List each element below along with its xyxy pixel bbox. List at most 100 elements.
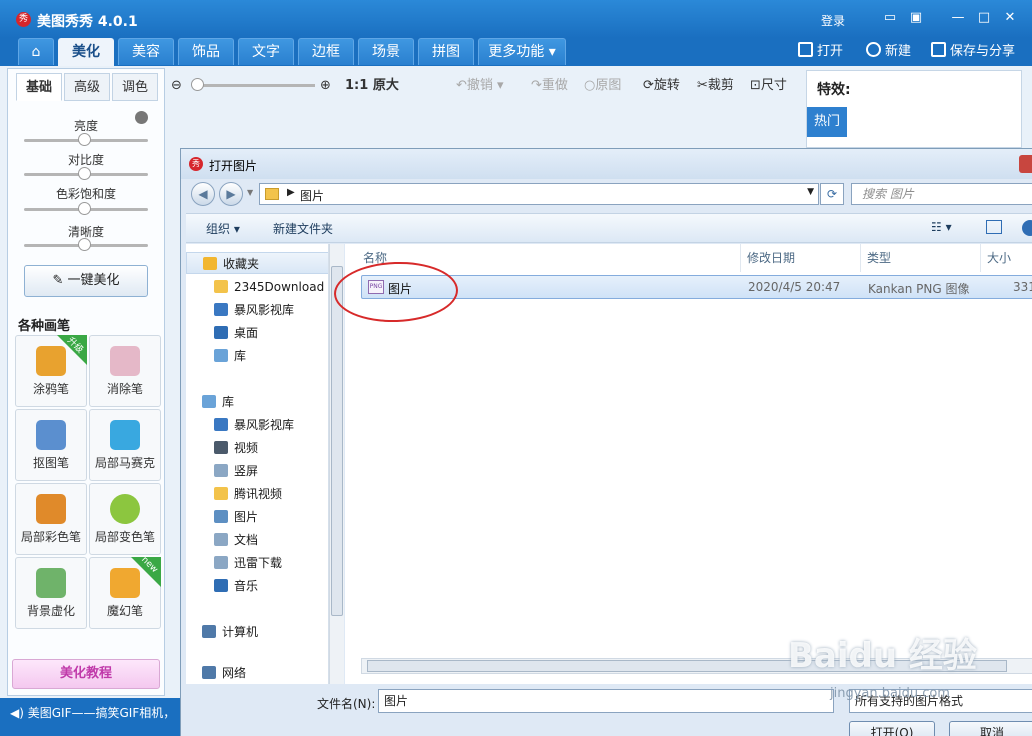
saturation-slider[interactable] [24,202,148,215]
doodle-brush[interactable]: 涂鸦笔 升级 [15,335,87,407]
column-modified[interactable]: 修改日期 [741,244,861,272]
wand-icon: ✎ [52,273,64,288]
status-bar[interactable]: ◀) 美图GIF——搞笑GIF相机， [0,698,180,736]
eraser-brush[interactable]: 消除笔 [89,335,161,407]
column-size[interactable]: 大小 [981,244,1032,272]
tab-face[interactable]: 美容 [118,38,174,65]
brightness-slider[interactable] [24,133,148,146]
sidebar-item[interactable]: 计算机 [186,621,328,643]
tab-accessories[interactable]: 饰品 [178,38,234,65]
breadcrumb-arrow-icon[interactable]: ▶ [287,187,295,198]
sidebar-item[interactable]: 音乐 [186,575,328,597]
color-brush[interactable]: 局部彩色笔 [15,483,87,555]
cutout-icon [36,420,66,450]
maximize-icon[interactable]: □ [976,11,992,25]
zoom-slider[interactable] [191,78,315,91]
plus-icon [866,42,881,57]
one-key-beautify-button[interactable]: ✎ 一键美化 [24,265,148,297]
crop-button[interactable]: ✂裁剪 [697,77,734,95]
original-size-button[interactable]: 1:1 原大 [345,77,399,95]
zoom-out-icon[interactable]: ⊖ [171,77,182,95]
nav-scrollbar-thumb[interactable] [331,266,343,616]
breadcrumb[interactable]: 图片 [300,187,324,204]
sharpness-slider[interactable] [24,238,148,251]
sidebar-item[interactable]: 桌面 [186,322,328,344]
login-link[interactable]: 登录 [821,12,845,29]
dialog-nav-row: ◀ ▶ ▼ ▶ 图片 ▼ ⟳ 搜索 图片 [181,179,1032,211]
tab-beautify[interactable]: 美化 [58,38,114,66]
sidebar-item[interactable]: 库 [186,345,328,367]
tab-scene[interactable]: 场景 [358,38,414,65]
refresh-button[interactable]: ⟳ [820,183,844,205]
new-button[interactable]: 新建 [866,42,911,61]
sidebar-item[interactable]: 腾讯视频 [186,483,328,505]
original-button[interactable]: ○原图 [584,77,621,95]
zoom-knob[interactable] [191,78,204,91]
mosaic-brush[interactable]: 局部马赛克 [89,409,161,481]
open-file-button[interactable]: 打开(O) [849,721,935,736]
address-bar[interactable]: ▶ 图片 ▼ [259,183,819,205]
organize-menu[interactable]: 组织 ▾ [206,220,240,237]
column-type[interactable]: 类型 [861,244,981,272]
cutout-brush[interactable]: 抠图笔 [15,409,87,481]
rotate-button[interactable]: ⟳旋转 [643,77,680,95]
effects-title: 特效: [817,82,851,98]
sidebar-item[interactable]: 迅雷下载 [186,552,328,574]
filename-input[interactable]: 图片 [378,689,834,713]
app-logo-icon: 秀 [16,12,31,27]
table-row[interactable]: PNG 图片 2020/4/5 20:47 Kankan PNG 图像 331 [361,275,1032,299]
sidebar-item[interactable]: 暴风影视库 [186,299,328,321]
sidebar-item[interactable]: 2345Download [186,276,328,298]
slider-knob[interactable] [78,238,91,251]
preview-pane-icon[interactable] [986,220,1002,234]
dialog-close-button[interactable] [1019,155,1032,173]
slider-knob[interactable] [78,133,91,146]
tutorial-button[interactable]: 美化教程 [12,659,160,689]
subtab-advanced[interactable]: 高级 [64,73,110,101]
new-folder-button[interactable]: 新建文件夹 [273,220,333,237]
skin-icon[interactable]: ▣ [908,11,924,25]
sidebar-item[interactable]: 文档 [186,529,328,551]
save-share-button[interactable]: 保存与分享 [931,42,1015,61]
forward-button[interactable]: ▶ [219,182,243,206]
nav-scrollbar[interactable] [329,244,344,684]
cancel-button[interactable]: 取消 [949,721,1032,736]
undo-button[interactable]: ↶撤销 ▾ [456,77,504,95]
sidebar-item[interactable]: 收藏夹 [186,252,328,274]
message-icon[interactable]: ▭ [882,11,898,25]
sidebar-item[interactable]: 暴风影视库 [186,414,328,436]
close-icon[interactable]: ✕ [1002,11,1018,25]
back-button[interactable]: ◀ [191,182,215,206]
help-icon[interactable] [1022,220,1032,236]
slider-knob[interactable] [78,167,91,180]
search-input[interactable]: 搜索 图片 [851,183,1032,205]
magic-brush[interactable]: 魔幻笔 new [89,555,161,629]
open-button[interactable]: 打开 [798,42,843,61]
subtab-color[interactable]: 调色 [112,73,158,101]
sidebar-item[interactable]: 库 [186,391,328,413]
sidebar-item[interactable]: 网络 [186,662,328,684]
crop-label: 裁剪 [707,78,734,93]
tab-text[interactable]: 文字 [238,38,294,65]
recolor-brush[interactable]: 局部变色笔 [89,483,161,555]
zoom-in-icon[interactable]: ⊕ [320,77,331,95]
contrast-slider[interactable] [24,167,148,180]
home-tab[interactable]: ⌂ [18,38,54,65]
redo-button[interactable]: ↷重做 [531,77,568,95]
tab-more[interactable]: 更多功能 ▾ [478,38,566,65]
tab-collage[interactable]: 拼图 [418,38,474,65]
blur-background-brush[interactable]: 背景虚化 [15,557,87,629]
sidebar-item[interactable]: 图片 [186,506,328,528]
effects-hot-tab[interactable]: 热门 [807,107,847,137]
history-dropdown-icon[interactable]: ▼ [247,188,253,197]
tab-frame[interactable]: 边框 [298,38,354,65]
slider-knob[interactable] [78,202,91,215]
minimize-icon[interactable]: — [950,11,966,25]
sidebar-item[interactable]: 视频 [186,437,328,459]
size-button[interactable]: ⊡尺寸 [750,77,787,95]
view-options-icon[interactable]: ☷ ▾ [931,220,952,234]
subtab-basic[interactable]: 基础 [16,73,62,101]
scissors-icon: ✂ [697,78,708,93]
address-dropdown-icon[interactable]: ▼ [807,187,814,197]
sidebar-item[interactable]: 竖屏 [186,460,328,482]
